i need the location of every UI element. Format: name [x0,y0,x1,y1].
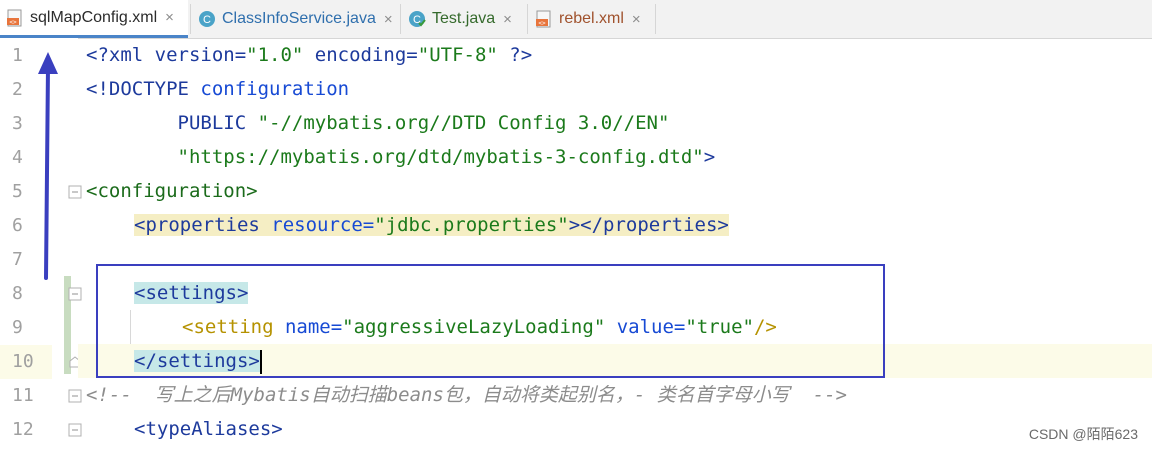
tab-label: sqlMapConfig.xml [30,8,158,26]
code-line: <?xml version="1.0" encoding="UTF-8" ?> [86,44,533,66]
code-line: PUBLIC "-//mybatis.org//DTD Config 3.0//… [86,112,670,134]
xml-file-icon: <> [535,10,553,28]
tab-classinfoservice[interactable]: C ClassInfoService.java × [192,0,398,38]
java-class-icon: C [198,10,216,28]
tab-label: ClassInfoService.java [222,10,376,27]
svg-text:<>: <> [538,20,546,27]
close-icon[interactable]: × [632,11,641,28]
code-editor[interactable]: <?xml version="1.0" encoding="UTF-8" ?> … [78,38,1152,452]
code-line: <properties resource="jdbc.properties"><… [134,214,729,236]
tab-rebel[interactable]: <> rebel.xml × [529,0,653,38]
tab-label: rebel.xml [559,10,624,27]
svg-text:<>: <> [9,19,17,26]
code-line: <typeAliases> [134,418,283,440]
line-number: 11 [12,385,34,406]
xml-file-icon: <> [6,9,24,27]
code-line: <configuration> [86,180,258,202]
svg-text:C: C [203,14,211,26]
close-icon[interactable]: × [384,11,393,28]
code-line: <!DOCTYPE configuration [86,78,350,100]
line-number: 9 [12,317,23,338]
code-line: "https://mybatis.org/dtd/mybatis-3-confi… [177,146,716,168]
code-line: <!-- 写上之后Mybatis自动扫描beans包，自动将类起别名，- 类名首… [86,384,847,406]
close-icon[interactable]: × [503,11,512,28]
tab-label: Test.java [432,10,496,27]
java-test-icon: C [408,10,426,28]
close-icon[interactable]: × [165,9,174,26]
line-number: 10 [0,345,52,379]
watermark: CSDN @陌陌623 [1028,426,1138,442]
annotation-arrow-icon [38,52,58,280]
line-number: 12 [12,419,34,440]
tab-sqlmapconfig[interactable]: <> sqlMapConfig.xml × [0,0,188,38]
annotation-box [96,264,885,378]
tab-test[interactable]: C Test.java × [402,0,526,38]
editor-tab-bar: <> sqlMapConfig.xml × C ClassInfoService… [0,0,1152,39]
